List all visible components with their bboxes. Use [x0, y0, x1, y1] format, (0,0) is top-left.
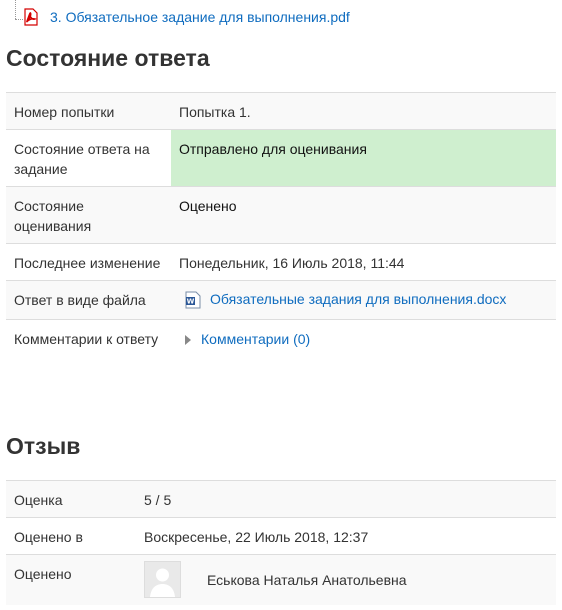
- user-silhouette-icon: [145, 562, 180, 597]
- attempt-label: Номер попытки: [6, 92, 171, 130]
- tree-connector: [15, 19, 23, 20]
- comments-label: Комментарии к ответу: [6, 319, 171, 357]
- last-modified-value: Понедельник, 16 Июль 2018, 11:44: [171, 243, 556, 281]
- table-row: Последнее изменение Понедельник, 16 Июль…: [6, 243, 556, 281]
- file-submission-label: Ответ в виде файла: [6, 280, 171, 320]
- grading-status-value: Оценено: [171, 186, 556, 244]
- last-modified-label: Последнее изменение: [6, 243, 171, 281]
- graded-by-cell: Еськова Наталья Анатольевна: [136, 554, 556, 605]
- word-doc-icon: W: [185, 291, 201, 309]
- table-row: Номер попытки Попытка 1.: [6, 92, 556, 130]
- table-row: Оценено в Воскресенье, 22 Июль 2018, 12:…: [6, 517, 556, 555]
- grader-name: Еськова Наталья Анатольевна: [207, 571, 407, 588]
- table-row: Комментарии к ответу Комментарии (0): [6, 319, 556, 357]
- expand-arrow-icon[interactable]: [185, 335, 191, 346]
- submission-status-label: Состояние ответа на задание: [6, 129, 171, 187]
- feedback-heading: Отзыв: [6, 433, 81, 459]
- table-row: Оценка 5 / 5: [6, 480, 556, 518]
- submission-status-heading: Состояние ответа: [6, 45, 210, 71]
- grade-label: Оценка: [6, 480, 136, 518]
- submission-status-table: Номер попытки Попытка 1. Состояние ответ…: [6, 92, 556, 357]
- table-row: Ответ в виде файла W Обязательные задани…: [6, 280, 556, 320]
- comments-link[interactable]: Комментарии (0): [201, 331, 310, 347]
- file-submission-cell: W Обязательные задания для выполнения.do…: [171, 280, 556, 320]
- svg-text:W: W: [187, 298, 195, 306]
- submission-status-value: Отправлено для оценивания: [171, 129, 556, 187]
- graded-by-label: Оценено: [6, 554, 136, 605]
- grading-status-label: Состояние оценивания: [6, 186, 171, 244]
- table-row: Оценено Еськова Наталья Анатольевна: [6, 554, 556, 605]
- table-row: Состояние ответа на задание Отправлено д…: [6, 129, 556, 187]
- table-row: Состояние оценивания Оценено: [6, 186, 556, 244]
- pdf-icon: [24, 8, 38, 26]
- grade-value: 5 / 5: [136, 480, 556, 518]
- feedback-table: Оценка 5 / 5 Оценено в Воскресенье, 22 И…: [6, 480, 556, 605]
- attempt-value: Попытка 1.: [171, 92, 556, 130]
- submitted-file-link[interactable]: Обязательные задания для выполнения.docx: [210, 291, 506, 307]
- attachment-row: 3. Обязательное задание для выполнения.p…: [0, 0, 562, 34]
- avatar[interactable]: [144, 561, 181, 598]
- tree-connector: [15, 0, 16, 19]
- graded-on-value: Воскресенье, 22 Июль 2018, 12:37: [136, 517, 556, 555]
- graded-on-label: Оценено в: [6, 517, 136, 555]
- attachment-link[interactable]: 3. Обязательное задание для выполнения.p…: [50, 8, 350, 26]
- comments-cell: Комментарии (0): [171, 319, 556, 357]
